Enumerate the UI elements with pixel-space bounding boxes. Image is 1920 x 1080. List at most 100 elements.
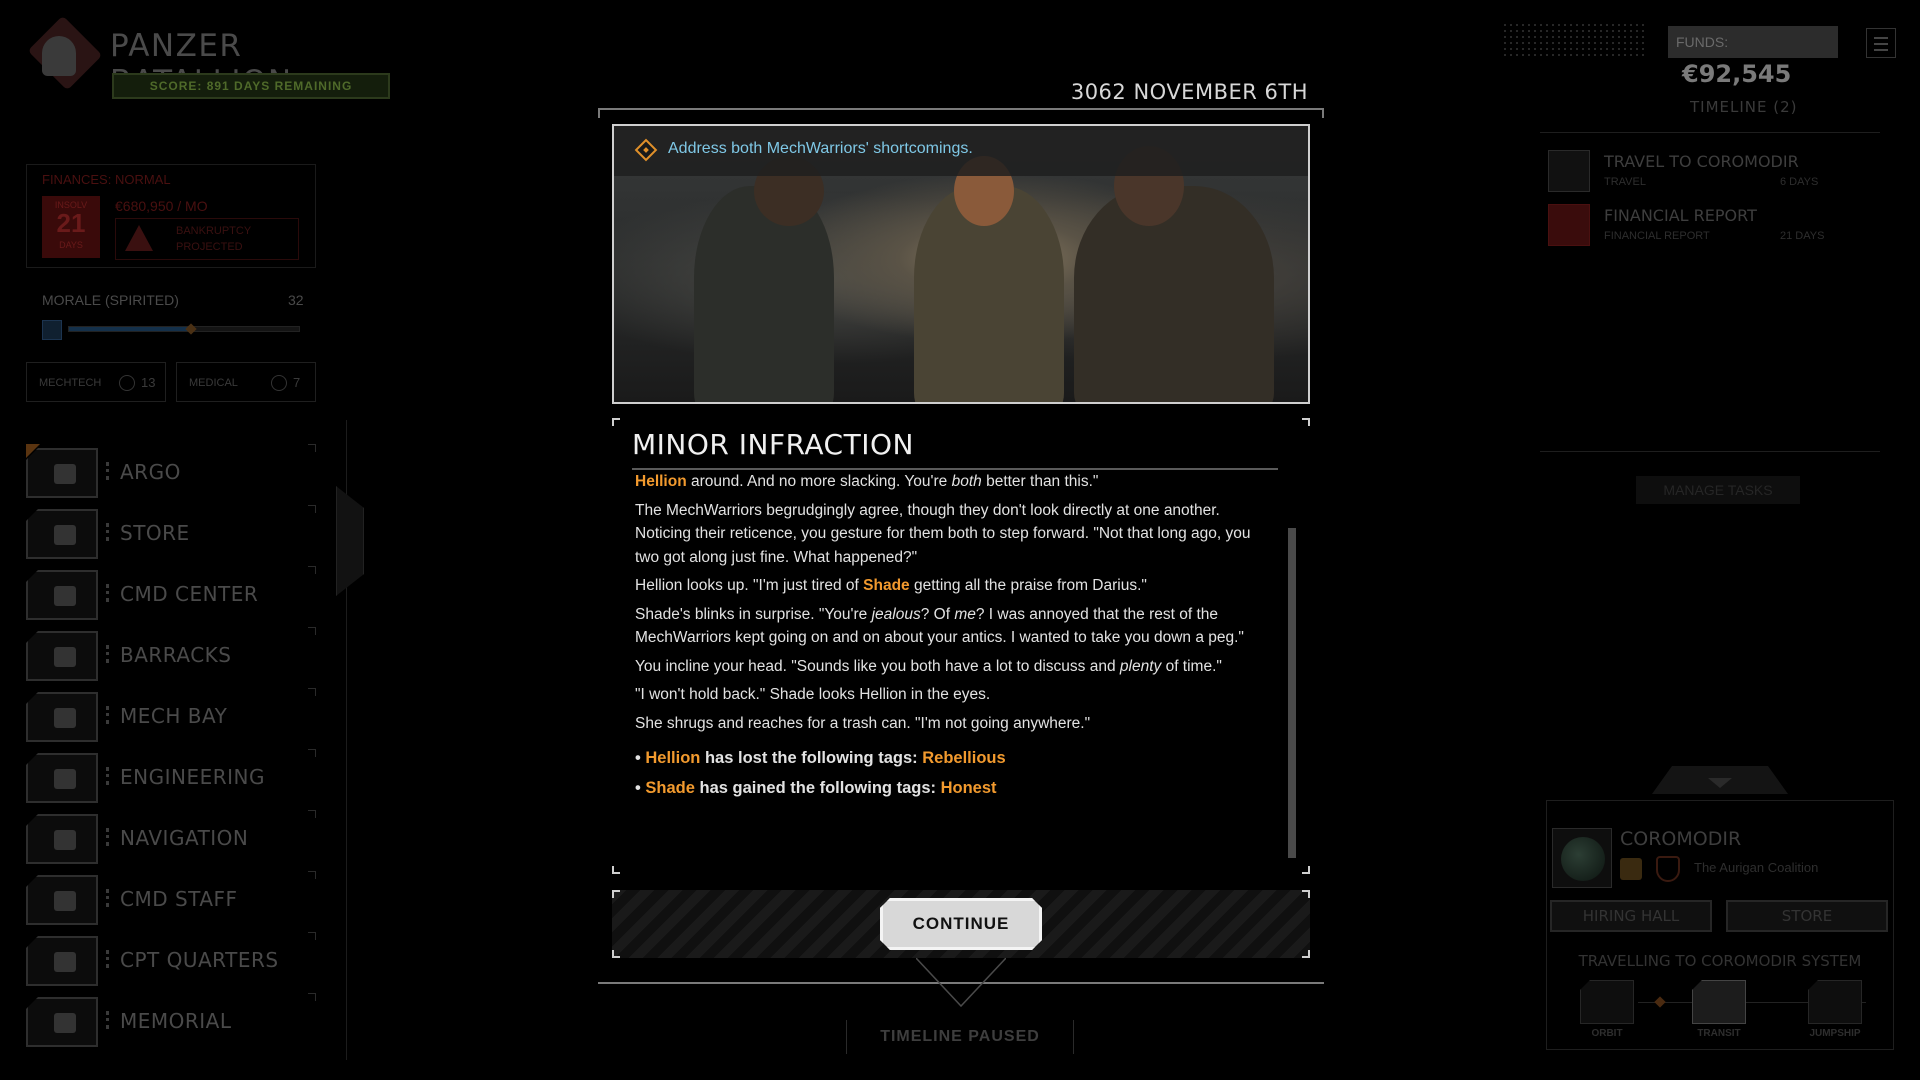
nav-item-memorial[interactable]: MEMORIAL xyxy=(26,993,316,1051)
timeline-item-name: FINANCIAL REPORT xyxy=(1604,206,1757,225)
nav-item-label: MEMORIAL xyxy=(120,1009,232,1033)
nav-item-label: CMD STAFF xyxy=(120,887,238,911)
timeline-title: TIMELINE (2) xyxy=(1690,98,1798,116)
stage-orbit-icon xyxy=(1580,980,1634,1024)
system-name: COROMODIR xyxy=(1620,828,1742,850)
chevron-down-icon xyxy=(1708,778,1732,788)
drag-handle xyxy=(106,706,109,724)
faction-icon xyxy=(1620,858,1642,880)
nav-item-label: ENGINEERING xyxy=(120,765,265,789)
insolvency-days: 21 xyxy=(56,208,86,238)
memorial-icon xyxy=(26,997,98,1047)
travel-icon xyxy=(1548,150,1590,192)
cmd-center-icon xyxy=(26,570,98,620)
timeline-item[interactable]: TRAVEL TO COROMODIR TRAVEL 6 DAYS xyxy=(1548,150,1874,196)
objective-text: Address both MechWarriors' shortcomings. xyxy=(668,140,973,157)
insolvency-badge: INSOLV 21 DAYS xyxy=(42,196,100,258)
nav-item-label: BARRACKS xyxy=(120,643,232,667)
planet-icon xyxy=(1552,828,1612,888)
wrench-icon xyxy=(119,375,135,391)
event-text[interactable]: Hellion around. And no more slacking. Yo… xyxy=(635,470,1271,860)
nav-item-store[interactable]: STORE xyxy=(26,505,316,563)
system-store-button[interactable]: STORE xyxy=(1726,900,1888,932)
nav-item-label: NAVIGATION xyxy=(120,826,249,850)
nav-item-argo[interactable]: ARGO xyxy=(26,444,316,502)
nav-item-mech-bay[interactable]: MECH BAY xyxy=(26,688,316,746)
event-scrollbar[interactable] xyxy=(1288,528,1296,858)
store-icon xyxy=(26,509,98,559)
timeline-item-type: FINANCIAL REPORT xyxy=(1604,230,1710,242)
drag-handle xyxy=(106,645,109,663)
nav-item-label: MECH BAY xyxy=(120,704,228,728)
drag-handle xyxy=(106,1011,109,1029)
timeline-item-days: 6 DAYS xyxy=(1780,176,1819,188)
event-paragraph: Hellion around. And no more slacking. Yo… xyxy=(635,473,1099,490)
continue-button[interactable]: CONTINUE xyxy=(880,898,1042,950)
medical-icon xyxy=(271,375,287,391)
nav-item-cpt-quarters[interactable]: CPT QUARTERS xyxy=(26,932,316,990)
nav-item-cmd-center[interactable]: CMD CENTER xyxy=(26,566,316,624)
funds-label: FUNDS: xyxy=(1676,34,1729,50)
funds-decoration xyxy=(1502,22,1648,58)
nav-item-label: STORE xyxy=(120,521,190,545)
stage-jumpship-icon xyxy=(1808,980,1862,1024)
stage-label: TRANSIT xyxy=(1697,1028,1741,1039)
nav-item-engineering[interactable]: ENGINEERING xyxy=(26,749,316,807)
event-paragraph: She shrugs and reaches for a trash can. … xyxy=(635,714,1091,732)
left-panel: PANZER BATALLION SCORE: 891 DAYS REMAINI… xyxy=(0,0,390,1080)
faction-crest-icon xyxy=(1656,856,1680,882)
barracks-icon xyxy=(26,631,98,681)
morale-bar xyxy=(68,323,300,335)
morale-label: MORALE (SPIRITED) xyxy=(42,292,179,308)
medical-box: MEDICAL 7 xyxy=(176,362,316,402)
event-paragraph: The MechWarriors begrudgingly agree, tho… xyxy=(635,501,1251,566)
travel-status: TRAVELLING TO COROMODIR SYSTEM xyxy=(1578,952,1862,970)
stage-transit-icon xyxy=(1692,980,1746,1024)
financial-report-icon xyxy=(1548,204,1590,246)
timeline-item-type: TRAVEL xyxy=(1604,176,1646,188)
main-menu-button[interactable] xyxy=(1866,28,1896,58)
event-paragraph: Shade's blinks in surprise. "You're jeal… xyxy=(635,605,1244,647)
engineering-icon xyxy=(26,753,98,803)
event-title: MINOR INFRACTION xyxy=(632,428,914,461)
event-paragraph: You incline your head. "Sounds like you … xyxy=(635,657,1222,675)
drag-handle xyxy=(106,523,109,541)
dialog-pointer xyxy=(916,958,1006,1008)
drag-handle xyxy=(106,584,109,602)
monthly-expenses: €680,950 / MO xyxy=(115,198,208,214)
warning-icon xyxy=(125,225,153,251)
morale-value: 32 xyxy=(288,292,304,308)
result-tag-gained: • Shade has gained the following tags: H… xyxy=(635,778,997,797)
funds-value: €92,545 xyxy=(1682,60,1792,88)
drag-handle xyxy=(106,950,109,968)
event-paragraph: "I won't hold back." Shade looks Hellion… xyxy=(635,686,991,703)
timeline-item[interactable]: FINANCIAL REPORT FINANCIAL REPORT 21 DAYS xyxy=(1548,204,1874,250)
event-date: 3062 NOVEMBER 6TH xyxy=(1070,80,1308,104)
funds-display: FUNDS: €92,545 xyxy=(1668,26,1838,88)
mech-bay-icon xyxy=(26,692,98,742)
manage-tasks-button[interactable]: MANAGE TASKS xyxy=(1636,476,1800,504)
navigation-icon xyxy=(26,814,98,864)
cmd-staff-icon xyxy=(26,875,98,925)
event-paragraph: Hellion looks up. "I'm just tired of Sha… xyxy=(635,577,1147,594)
drag-handle xyxy=(106,462,109,480)
company-logo-icon xyxy=(42,36,76,76)
faction-name: The Aurigan Coalition xyxy=(1694,860,1819,875)
medical-label: MEDICAL xyxy=(189,377,238,389)
timeline-paused: TIMELINE PAUSED xyxy=(846,1020,1074,1054)
mechtech-value: 13 xyxy=(141,375,156,390)
hiring-hall-button[interactable]: HIRING HALL xyxy=(1550,900,1712,932)
nav-item-navigation[interactable]: NAVIGATION xyxy=(26,810,316,868)
collapse-panel-tab[interactable] xyxy=(336,486,364,596)
drag-handle xyxy=(106,828,109,846)
timeline-item-days: 21 DAYS xyxy=(1780,230,1825,242)
nav-item-barracks[interactable]: BARRACKS xyxy=(26,627,316,685)
morale-marker xyxy=(185,323,197,335)
medical-value: 7 xyxy=(293,375,301,390)
score-badge: SCORE: 891 DAYS REMAINING xyxy=(112,73,390,99)
argo-ship-icon xyxy=(26,448,98,498)
stage-label: ORBIT xyxy=(1591,1028,1623,1039)
insolvency-bottom: DAYS xyxy=(59,240,83,250)
nav-item-cmd-staff[interactable]: CMD STAFF xyxy=(26,871,316,929)
morale-fill xyxy=(69,327,191,331)
